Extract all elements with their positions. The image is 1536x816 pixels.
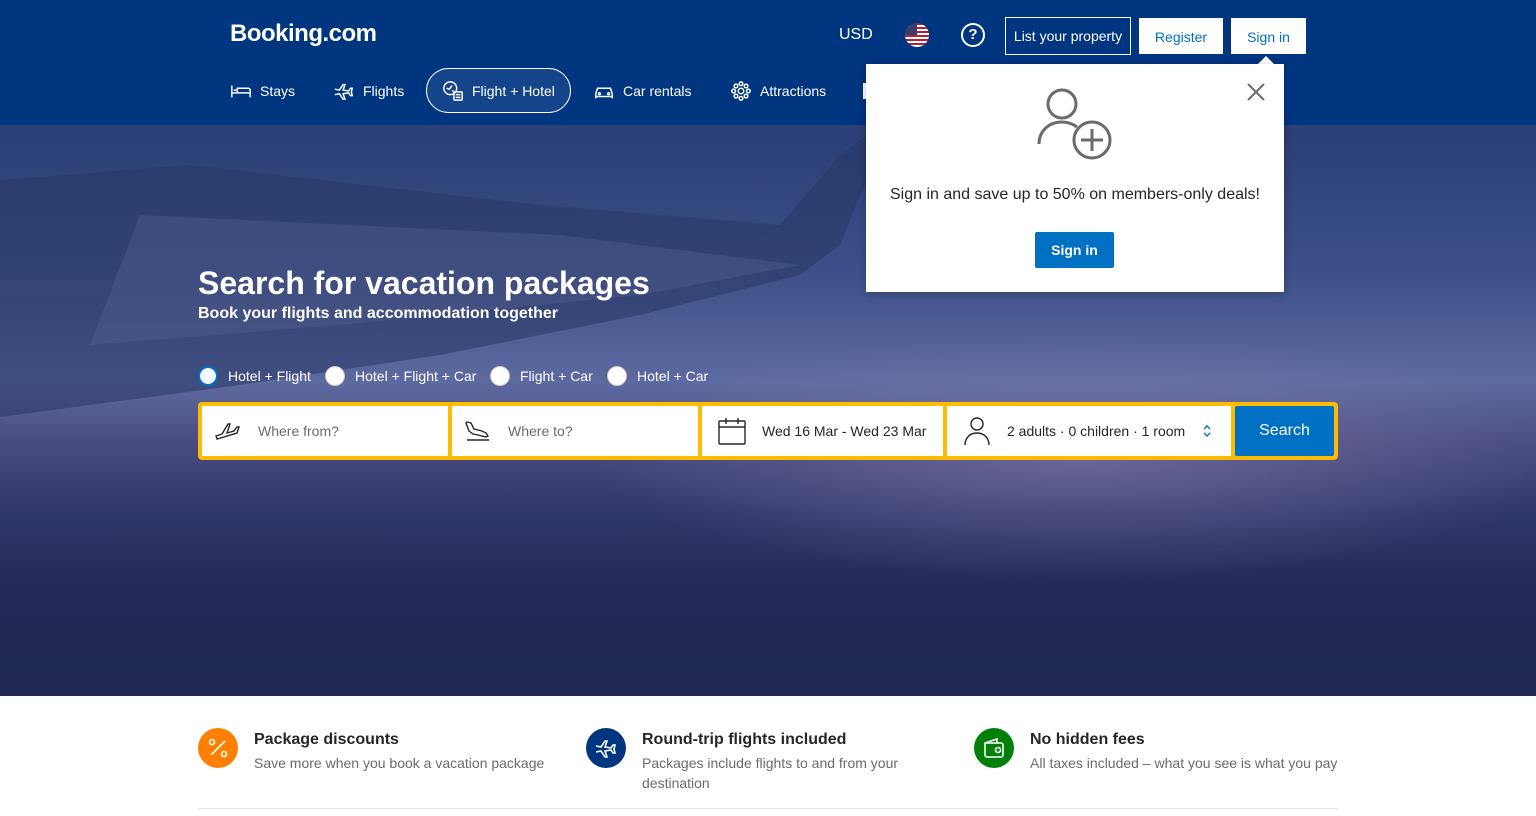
us-flag-icon[interactable]	[905, 23, 929, 47]
sign-in-button[interactable]: Sign in	[1231, 18, 1306, 54]
guests-summary: 2 adults · 0 children · 1 room	[1007, 423, 1186, 439]
nav-flights[interactable]: Flights	[333, 68, 404, 113]
radio-button[interactable]	[490, 366, 510, 386]
search-button[interactable]: Search	[1235, 406, 1334, 456]
top-header: Booking.com USD ? List your property Reg…	[0, 0, 1536, 125]
guests-field[interactable]: 2 adults · 0 children · 1 room	[947, 406, 1231, 456]
landing-icon	[465, 421, 490, 441]
nav-item-label: Flight + Hotel	[472, 82, 555, 99]
nav-attractions[interactable]: Attractions	[730, 68, 826, 113]
register-button[interactable]: Register	[1139, 18, 1223, 54]
plane-icon	[334, 83, 354, 100]
benefit-description: Save more when you book a vacation packa…	[254, 755, 545, 771]
nav-item-label: Stays	[260, 82, 296, 99]
package-option-hotel-car[interactable]: Hotel + Car	[607, 366, 708, 386]
popup-message: Sign in and save up to 50% on members-on…	[890, 186, 1260, 203]
percent-icon	[198, 728, 238, 768]
benefit-description: Packages include flights to and from you…	[642, 755, 899, 791]
package-option-hotel-flight[interactable]: Hotel + Flight	[198, 366, 311, 386]
radio-button[interactable]	[325, 366, 345, 386]
person-icon	[964, 417, 990, 446]
flight-hotel-icon	[443, 80, 463, 101]
search-bar: Where from? Where to? Wed 16 Mar - Wed 2…	[198, 402, 1338, 460]
package-option-hotel-flight-car[interactable]: Hotel + Flight + Car	[325, 366, 476, 386]
car-icon	[595, 87, 613, 98]
date-field[interactable]: Wed 16 Mar - Wed 23 Mar	[702, 406, 943, 456]
date-range: Wed 16 Mar - Wed 23 Mar	[762, 423, 927, 439]
benefit-title: No hidden fees	[1030, 731, 1145, 748]
benefit-title: Round-trip flights included	[642, 731, 847, 748]
nav-item-label: Attractions	[760, 82, 827, 99]
destination-placeholder: Where to?	[508, 423, 573, 439]
page-subtitle: Book your flights and accommodation toge…	[198, 305, 559, 322]
nav-item-label: Car rentals	[623, 82, 692, 99]
list-property-button[interactable]: List your property	[1005, 17, 1131, 55]
takeoff-icon	[215, 423, 240, 440]
radio-button[interactable]	[198, 366, 218, 386]
calendar-icon	[718, 418, 746, 445]
origin-field[interactable]: Where from?	[202, 406, 448, 456]
popup-arrow	[1258, 56, 1274, 64]
radio-label: Hotel + Flight + Car	[355, 368, 477, 384]
close-icon[interactable]	[1246, 82, 1266, 102]
radio-label: Flight + Car	[520, 368, 593, 384]
package-option-flight-car[interactable]: Flight + Car	[490, 366, 593, 386]
popup-sign-in-button[interactable]: Sign in	[1035, 232, 1114, 268]
benefit-description: All taxes included – what you see is wha…	[1030, 755, 1338, 771]
help-icon[interactable]: ?	[961, 23, 985, 47]
nav-flight-hotel[interactable]: Flight + Hotel	[426, 68, 571, 113]
attractions-icon	[731, 80, 751, 101]
nav-car-rentals[interactable]: Car rentals	[593, 68, 691, 113]
radio-label: Hotel + Car	[637, 368, 709, 384]
section-divider	[198, 808, 1338, 809]
nav-stays[interactable]: Stays	[230, 68, 295, 113]
nav-item-label: Flights	[363, 82, 405, 99]
radio-button[interactable]	[607, 366, 627, 386]
benefit-title: Package discounts	[254, 731, 399, 748]
page-title: Search for vacation packages	[198, 265, 650, 301]
wallet-icon	[974, 728, 1014, 768]
plane-icon	[586, 728, 626, 768]
currency-selector[interactable]: USD	[839, 26, 873, 44]
destination-field[interactable]: Where to?	[452, 406, 698, 456]
add-user-icon	[1037, 88, 1112, 160]
origin-placeholder: Where from?	[258, 423, 339, 439]
radio-label: Hotel + Flight	[228, 368, 311, 384]
bed-icon	[231, 85, 251, 97]
chevron-updown-icon	[1203, 425, 1211, 437]
booking-logo[interactable]: Booking.com	[230, 20, 377, 48]
